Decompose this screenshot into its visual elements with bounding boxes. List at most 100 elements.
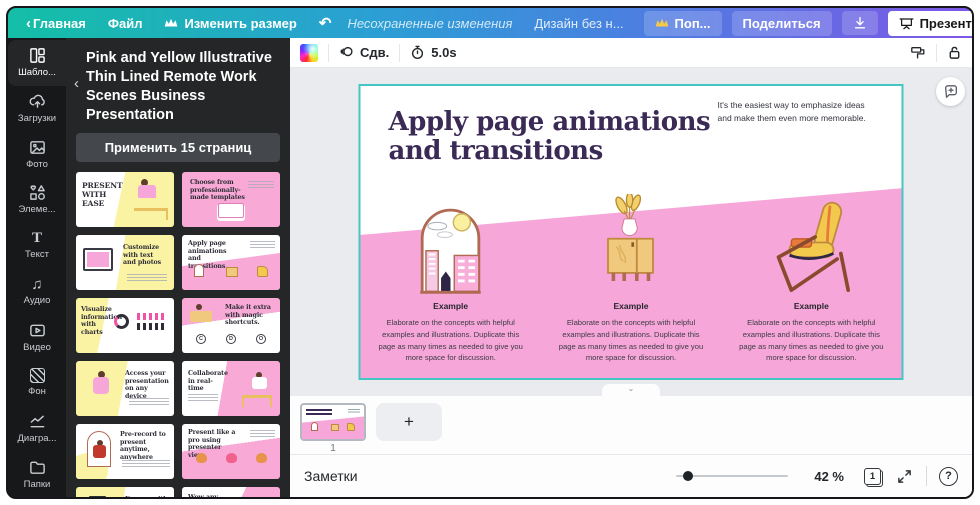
slide-column: Example Elaborate on the concepts with h… [541, 178, 721, 364]
page-strip: 1 + [290, 396, 972, 454]
sidebar-item-text[interactable]: T Текст [8, 223, 66, 269]
question-mark-icon: ? [945, 470, 952, 482]
charts-icon [29, 413, 46, 430]
roller-styles-button[interactable] [910, 45, 926, 61]
share-button[interactable]: Поделиться [732, 11, 832, 36]
sidebar-item-audio[interactable]: ♫ Аудио [8, 269, 66, 315]
fullscreen-icon [897, 469, 912, 484]
notes-button[interactable]: Заметки [304, 468, 358, 484]
templates-icon [29, 47, 46, 64]
template-thumbnail[interactable]: Pre-record to present anytime, anywhere [76, 424, 174, 479]
lock-button[interactable] [947, 45, 962, 60]
sidebar-item-elements[interactable]: Элеме... [8, 177, 66, 223]
template-set-title: Pink and Yellow Illustrative Thin Lined … [86, 49, 280, 124]
download-icon [853, 16, 867, 30]
example-label[interactable]: Example [433, 301, 468, 311]
example-label[interactable]: Example [614, 301, 649, 311]
template-thumbnail[interactable]: Present like a pro using presenter view [182, 424, 280, 479]
zoom-percentage[interactable]: 42 % [814, 469, 844, 484]
page-1-cell[interactable]: 1 [300, 403, 366, 454]
sidebar-item-charts[interactable]: Диагра... [8, 406, 66, 452]
crown-icon [164, 18, 178, 28]
home-button[interactable]: ‹ Главная [16, 11, 96, 36]
slide-column: Example Elaborate on the concepts with h… [361, 178, 541, 364]
slide-column: Example Elaborate on the concepts with h… [721, 178, 901, 364]
crown-icon [655, 18, 669, 28]
example-body[interactable]: Elaborate on the concepts with helpful e… [555, 317, 707, 364]
video-icon [29, 322, 46, 339]
template-thumbnail[interactable]: Wow any audience with your presentation. [182, 487, 280, 497]
background-color-swatch[interactable] [300, 44, 318, 62]
sidebar-item-folders[interactable]: Папки [8, 451, 66, 497]
cabinet-illustration[interactable] [595, 178, 667, 296]
context-toolbar: Сдв. 5.0s [290, 38, 972, 68]
duration-button[interactable]: 5.0s [410, 45, 456, 60]
status-bar: Заметки 42 % 1 ? [290, 454, 972, 497]
resize-button[interactable]: Изменить размер [154, 12, 306, 35]
presentation-icon [899, 17, 914, 30]
template-thumbnail[interactable]: Choose from professionally-made template… [182, 172, 280, 227]
template-thumbnail[interactable]: Engage with your audience using Live Q&A [76, 487, 174, 497]
folders-icon [29, 459, 46, 476]
template-thumbnail[interactable]: Customize with text and photos [76, 235, 174, 290]
help-button[interactable]: ? [939, 467, 958, 486]
slide-title[interactable]: Apply page animations and transitions [389, 108, 719, 166]
slide-intro-text[interactable]: It's the easiest way to emphasize ideas … [718, 99, 876, 125]
template-thumbnail[interactable]: PRESENT WITH EASE [76, 172, 174, 227]
slide-page[interactable]: Apply page animations and transitions It… [361, 86, 902, 378]
present-button[interactable]: Презентация [888, 11, 974, 36]
sidebar-item-uploads[interactable]: Загрузки [8, 86, 66, 132]
lock-open-icon [947, 45, 962, 60]
page-1-thumbnail[interactable] [300, 403, 366, 441]
animate-button[interactable]: Сдв. [339, 45, 389, 60]
uploads-icon [29, 93, 46, 110]
template-thumbnail[interactable]: Visualize information with charts [76, 298, 174, 353]
template-thumbnail[interactable]: Collaborate in real-time [182, 361, 280, 416]
template-thumbnail[interactable]: Access your presentation on any device [76, 361, 174, 416]
try-pro-button[interactable]: Поп... [644, 11, 722, 36]
armchair-illustration[interactable] [767, 178, 855, 296]
back-chevron-icon: ‹ [26, 15, 31, 32]
example-body[interactable]: Elaborate on the concepts with helpful e… [735, 317, 887, 364]
sidebar-item-background[interactable]: Фон [8, 360, 66, 406]
text-icon: T [32, 231, 42, 246]
apply-all-pages-button[interactable]: Применить 15 страниц [76, 133, 280, 162]
animate-icon [339, 45, 354, 60]
design-canvas[interactable]: Apply page animations and transitions It… [290, 68, 972, 396]
example-label[interactable]: Example [794, 301, 829, 311]
comment-plus-icon [943, 84, 959, 100]
sidebar-item-photos[interactable]: Фото [8, 131, 66, 177]
template-thumbnail[interactable]: Make it extra with magic shortcuts. C D … [182, 298, 280, 353]
undo-icon[interactable]: ↶ [309, 14, 338, 32]
zoom-slider-knob[interactable] [683, 471, 693, 481]
chevron-down-icon: ⌄ [628, 384, 635, 394]
sidebar-item-templates[interactable]: Шабло... [8, 40, 66, 86]
left-sidebar: Шабло... Загрузки Фото Элеме... T Текст … [8, 38, 66, 497]
stopwatch-icon [410, 45, 425, 60]
download-button[interactable] [842, 11, 878, 35]
add-comment-button[interactable] [936, 77, 965, 106]
photos-icon [29, 139, 46, 156]
elements-icon [29, 184, 46, 201]
arch-window-illustration[interactable] [417, 178, 485, 296]
design-name[interactable]: Дизайн без н... [524, 16, 633, 31]
template-thumbnail[interactable]: Apply page animations and transitions [182, 235, 280, 290]
unsaved-changes-label: Несохраненные изменения [339, 16, 520, 31]
fullscreen-button[interactable] [897, 469, 912, 484]
zoom-slider[interactable] [676, 475, 788, 477]
sidebar-item-video[interactable]: Видео [8, 314, 66, 360]
collapse-strip-button[interactable]: ⌄ [602, 384, 660, 396]
example-body[interactable]: Elaborate on the concepts with helpful e… [375, 317, 527, 364]
plus-icon: + [404, 412, 414, 432]
template-grid: PRESENT WITH EASE Choose from profession… [76, 172, 280, 497]
page-number: 1 [330, 443, 336, 454]
top-bar: ‹ Главная Файл Изменить размер ↶ Несохра… [8, 8, 972, 38]
editor-main: Сдв. 5.0s Apply page animations a [290, 38, 972, 497]
file-menu-button[interactable]: Файл [98, 12, 153, 35]
panel-back-chevron[interactable]: ‹ [74, 75, 79, 124]
grid-view-button[interactable]: 1 [864, 468, 881, 485]
panel-collapse-button[interactable]: ‹ [289, 256, 290, 318]
add-page-button[interactable]: + [376, 403, 442, 441]
app-window: ‹ Главная Файл Изменить размер ↶ Несохра… [6, 6, 974, 499]
audio-icon: ♫ [31, 277, 42, 292]
